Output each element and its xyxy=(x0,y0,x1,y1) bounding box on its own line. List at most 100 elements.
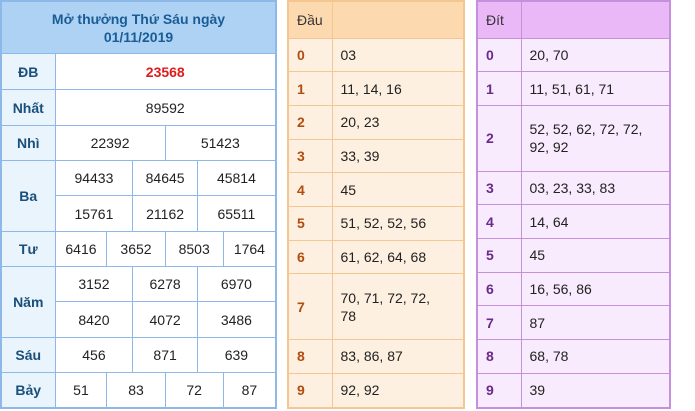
dit-row: 6 16, 56, 86 xyxy=(476,271,671,307)
prize-value: 456 xyxy=(54,336,134,374)
dau-values: 03 xyxy=(331,37,465,73)
dit-row: 1 11, 51, 61, 71 xyxy=(476,71,671,106)
dau-key: 7 xyxy=(287,273,333,341)
prize-value: 94433 xyxy=(54,160,134,197)
dit-key: 4 xyxy=(476,204,522,239)
dau-values: 61, 62, 64, 68 xyxy=(331,239,465,275)
prize-value: 6970 xyxy=(196,266,277,303)
dau-row: 7 70, 71, 72, 72, 78 xyxy=(287,273,465,341)
prize-value: 89592 xyxy=(54,89,277,126)
prize-value: 21162 xyxy=(132,195,198,232)
prize-row-nam-1: Năm 3152 6278 6970 xyxy=(0,266,277,338)
dit-key: 8 xyxy=(476,339,522,374)
dit-values: 16, 56, 86 xyxy=(520,271,671,307)
dau-values: 92, 92 xyxy=(331,372,465,409)
prize-value: 8503 xyxy=(164,230,224,268)
prize-row-nhat: Nhất 89592 xyxy=(0,89,277,126)
dit-key: 1 xyxy=(476,71,522,106)
prize-value: 8420 xyxy=(54,301,134,338)
dau-row: 4 45 xyxy=(287,172,465,208)
dit-row: 5 45 xyxy=(476,237,671,273)
dit-key: 5 xyxy=(476,237,522,273)
prize-value: 6416 xyxy=(54,230,108,268)
prize-label-nhi: Nhì xyxy=(0,124,56,162)
dit-key: 2 xyxy=(476,104,522,172)
dau-key: 4 xyxy=(287,172,333,208)
dit-values: 14, 64 xyxy=(520,204,671,239)
dit-table: Đít 0 20, 70 1 11, 51, 61, 71 2 52, 52, 62,… xyxy=(476,0,671,409)
dit-values: 68, 78 xyxy=(520,339,671,374)
dau-key: 6 xyxy=(287,239,333,275)
dau-values: 33, 39 xyxy=(331,138,465,174)
dit-values: 11, 51, 61, 71 xyxy=(520,71,671,106)
prize-label-tu: Tư xyxy=(0,230,56,268)
dit-row: 3 03, 23, 33, 83 xyxy=(476,170,671,206)
dit-key: 9 xyxy=(476,372,522,409)
dit-row: 8 68, 78 xyxy=(476,339,671,374)
dau-table: Đầu 0 03 1 11, 14, 16 2 20, 23 3 33, 39 4 45 … xyxy=(287,0,465,409)
results-title: Mở thưởng Thứ Sáu ngày 01/11/2019 xyxy=(0,0,277,55)
prize-row-ba-1: Ba 94433 84645 45814 xyxy=(0,160,277,232)
dau-row: 2 20, 23 xyxy=(287,104,465,140)
dit-values: 45 xyxy=(520,237,671,273)
dau-header: Đầu xyxy=(287,0,333,39)
dau-key: 5 xyxy=(287,206,333,241)
prize-value: 4072 xyxy=(132,301,198,338)
dau-key: 0 xyxy=(287,37,333,73)
dau-header-row: Đầu xyxy=(287,0,465,39)
dau-key: 8 xyxy=(287,339,333,374)
dit-values: 03, 23, 33, 83 xyxy=(520,170,671,206)
prize-value: 22392 xyxy=(54,124,166,162)
dau-row: 5 51, 52, 52, 56 xyxy=(287,206,465,241)
dau-values: 11, 14, 16 xyxy=(331,71,465,106)
prize-value: 65511 xyxy=(196,195,277,232)
results-header-row: Mở thưởng Thứ Sáu ngày 01/11/2019 xyxy=(0,0,277,55)
prize-label-db: ĐB xyxy=(0,53,56,91)
dau-row: 8 83, 86, 87 xyxy=(287,339,465,374)
results-title-date: 01/11/2019 xyxy=(103,28,174,45)
dau-values: 51, 52, 52, 56 xyxy=(331,206,465,241)
prize-label-sau: Sáu xyxy=(0,336,56,374)
dau-values: 70, 71, 72, 72, 78 xyxy=(331,273,465,341)
dau-row: 1 11, 14, 16 xyxy=(287,71,465,106)
dit-header: Đít xyxy=(476,0,522,39)
dau-key: 1 xyxy=(287,71,333,106)
prize-row-bay: Bảy 51 83 72 87 xyxy=(0,372,277,409)
results-title-line1: Mở thưởng Thứ Sáu ngày xyxy=(51,10,226,27)
prize-value: 23568 xyxy=(54,53,277,91)
dau-key: 9 xyxy=(287,372,333,409)
prize-row-tu: Tư 6416 3652 8503 1764 xyxy=(0,230,277,268)
dau-row: 6 61, 62, 64, 68 xyxy=(287,239,465,275)
prize-value: 871 xyxy=(132,336,198,374)
dit-row: 4 14, 64 xyxy=(476,204,671,239)
prize-value: 3652 xyxy=(106,230,166,268)
dau-values: 83, 86, 87 xyxy=(331,339,465,374)
dit-values: 39 xyxy=(520,372,671,409)
results-table: Mở thưởng Thứ Sáu ngày 01/11/2019 ĐB 235… xyxy=(0,0,277,409)
prize-value: 83 xyxy=(106,372,166,409)
prize-value: 51423 xyxy=(164,124,277,162)
dit-key: 6 xyxy=(476,271,522,307)
dit-values: 52, 52, 62, 72, 72, 92, 92 xyxy=(520,104,671,172)
prize-value: 51 xyxy=(54,372,108,409)
prize-value: 1764 xyxy=(222,230,277,268)
prize-value: 6278 xyxy=(132,266,198,303)
prize-label-bay: Bảy xyxy=(0,372,56,409)
prize-row-db: ĐB 23568 xyxy=(0,53,277,91)
prize-value: 3152 xyxy=(54,266,134,303)
dit-row: 0 20, 70 xyxy=(476,37,671,73)
prize-value: 3486 xyxy=(196,301,277,338)
dau-key: 2 xyxy=(287,104,333,140)
prize-row-nhi: Nhì 22392 51423 xyxy=(0,124,277,162)
dau-header-blank xyxy=(331,0,465,39)
dau-row: 3 33, 39 xyxy=(287,138,465,174)
dit-row: 9 39 xyxy=(476,372,671,409)
prize-value: 72 xyxy=(164,372,224,409)
prize-value: 639 xyxy=(196,336,277,374)
dit-row: 2 52, 52, 62, 72, 72, 92, 92 xyxy=(476,104,671,172)
prize-label-ba: Ba xyxy=(0,160,56,232)
dit-values: 20, 70 xyxy=(520,37,671,73)
dit-values: 87 xyxy=(520,305,671,341)
dau-row: 0 03 xyxy=(287,37,465,73)
prize-value: 45814 xyxy=(196,160,277,197)
